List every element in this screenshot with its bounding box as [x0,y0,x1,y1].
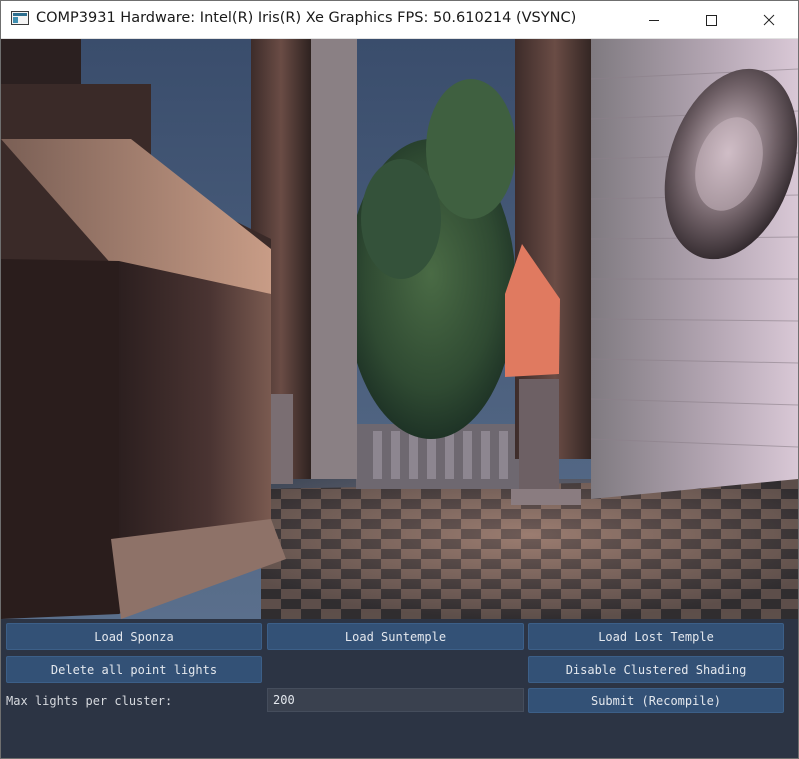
title-bar[interactable]: COMP3931 Hardware: Intel(R) Iris(R) Xe G… [1,1,798,39]
load-sponza-button[interactable]: Load Sponza [6,623,262,650]
gui-panel: Load Sponza Load Suntemple Load Lost Tem… [1,619,798,758]
app-window: COMP3931 Hardware: Intel(R) Iris(R) Xe G… [0,0,799,759]
minimize-button[interactable] [625,1,683,38]
close-icon [763,14,775,25]
submit-recompile-button[interactable]: Submit (Recompile) [528,688,784,713]
max-lights-label: Max lights per cluster: [6,694,173,708]
maximize-icon [706,14,717,26]
disable-clustered-shading-button[interactable]: Disable Clustered Shading [528,656,784,683]
app-icon [11,11,29,25]
close-button[interactable] [740,1,798,38]
delete-all-point-lights-button[interactable]: Delete all point lights [6,656,262,683]
load-suntemple-button[interactable]: Load Suntemple [267,623,524,650]
minimize-icon [649,19,659,21]
max-lights-input[interactable] [267,688,524,712]
scene-render [1,39,798,619]
window-title: COMP3931 Hardware: Intel(R) Iris(R) Xe G… [36,10,577,26]
load-lost-temple-button[interactable]: Load Lost Temple [528,623,784,650]
render-viewport[interactable] [1,39,798,619]
maximize-button[interactable] [682,1,740,38]
